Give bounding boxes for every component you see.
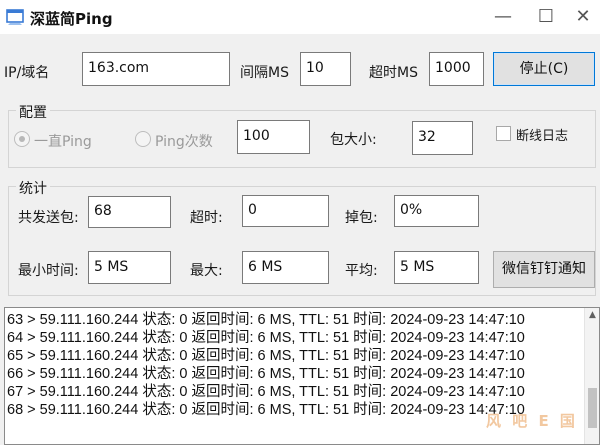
timeout-label: 超时MS [369,65,418,81]
min-time-value: 5 MS [88,251,171,284]
scroll-thumb[interactable] [588,388,597,428]
timeout-input[interactable]: 1000 [429,52,484,86]
ping-count-label: Ping次数 [155,134,213,150]
stats-group-title: 统计 [16,178,50,198]
min-time-label: 最小时间: [18,263,79,279]
packet-loss-value: 0% [394,195,479,227]
ping-count-radio[interactable] [135,131,151,147]
log-line: 63 > 59.111.160.244 状态: 0 返回时间: 6 MS, TT… [7,312,525,328]
disconnect-log-checkbox[interactable] [496,126,511,141]
ip-label: IP/域名 [4,65,50,81]
interval-input[interactable]: 10 [300,52,351,86]
log-line: 65 > 59.111.160.244 状态: 0 返回时间: 6 MS, TT… [7,348,525,364]
max-time-value: 6 MS [242,251,329,284]
max-time-label: 最大: [190,263,223,279]
app-window-icon [6,8,26,26]
avg-time-value: 5 MS [394,251,479,284]
sent-packets-label: 共发送包: [18,210,79,226]
avg-time-label: 平均: [345,263,378,279]
scroll-up-arrow-icon[interactable]: ▲ [585,308,600,322]
log-line: 68 > 59.111.160.244 状态: 0 返回时间: 6 MS, TT… [7,402,525,418]
sent-packets-value: 68 [88,196,171,228]
log-line: 64 > 59.111.160.244 状态: 0 返回时间: 6 MS, TT… [7,330,525,346]
packet-size-input[interactable]: 32 [412,121,473,155]
disconnect-log-label: 断线日志 [516,129,569,144]
timeout-count-label: 超时: [190,210,223,226]
watermark: 风 吧 E 国 [486,412,578,430]
packet-loss-label: 掉包: [345,210,378,226]
packet-size-label: 包大小: [330,132,377,148]
stop-button[interactable]: 停止(C) [493,52,595,86]
timeout-count-value: 0 [242,195,329,227]
maximize-button[interactable]: ☐ [529,0,563,34]
config-group-title: 配置 [16,102,50,122]
log-scrollbar[interactable]: ▲ [584,308,599,444]
interval-label: 间隔MS [240,65,289,81]
minimize-button[interactable]: — [486,0,520,34]
continuous-ping-label: 一直Ping [34,134,92,150]
log-line: 66 > 59.111.160.244 状态: 0 返回时间: 6 MS, TT… [7,366,525,382]
ping-count-input[interactable]: 100 [237,120,310,154]
log-line: 67 > 59.111.160.244 状态: 0 返回时间: 6 MS, TT… [7,384,525,400]
window-title: 深蓝简Ping [30,10,113,28]
ip-input[interactable]: 163.com [82,52,230,86]
wechat-dingtalk-notify-button[interactable]: 微信钉钉通知 [493,251,595,288]
continuous-ping-radio[interactable] [14,131,30,147]
close-button[interactable]: ✕ [566,0,600,34]
